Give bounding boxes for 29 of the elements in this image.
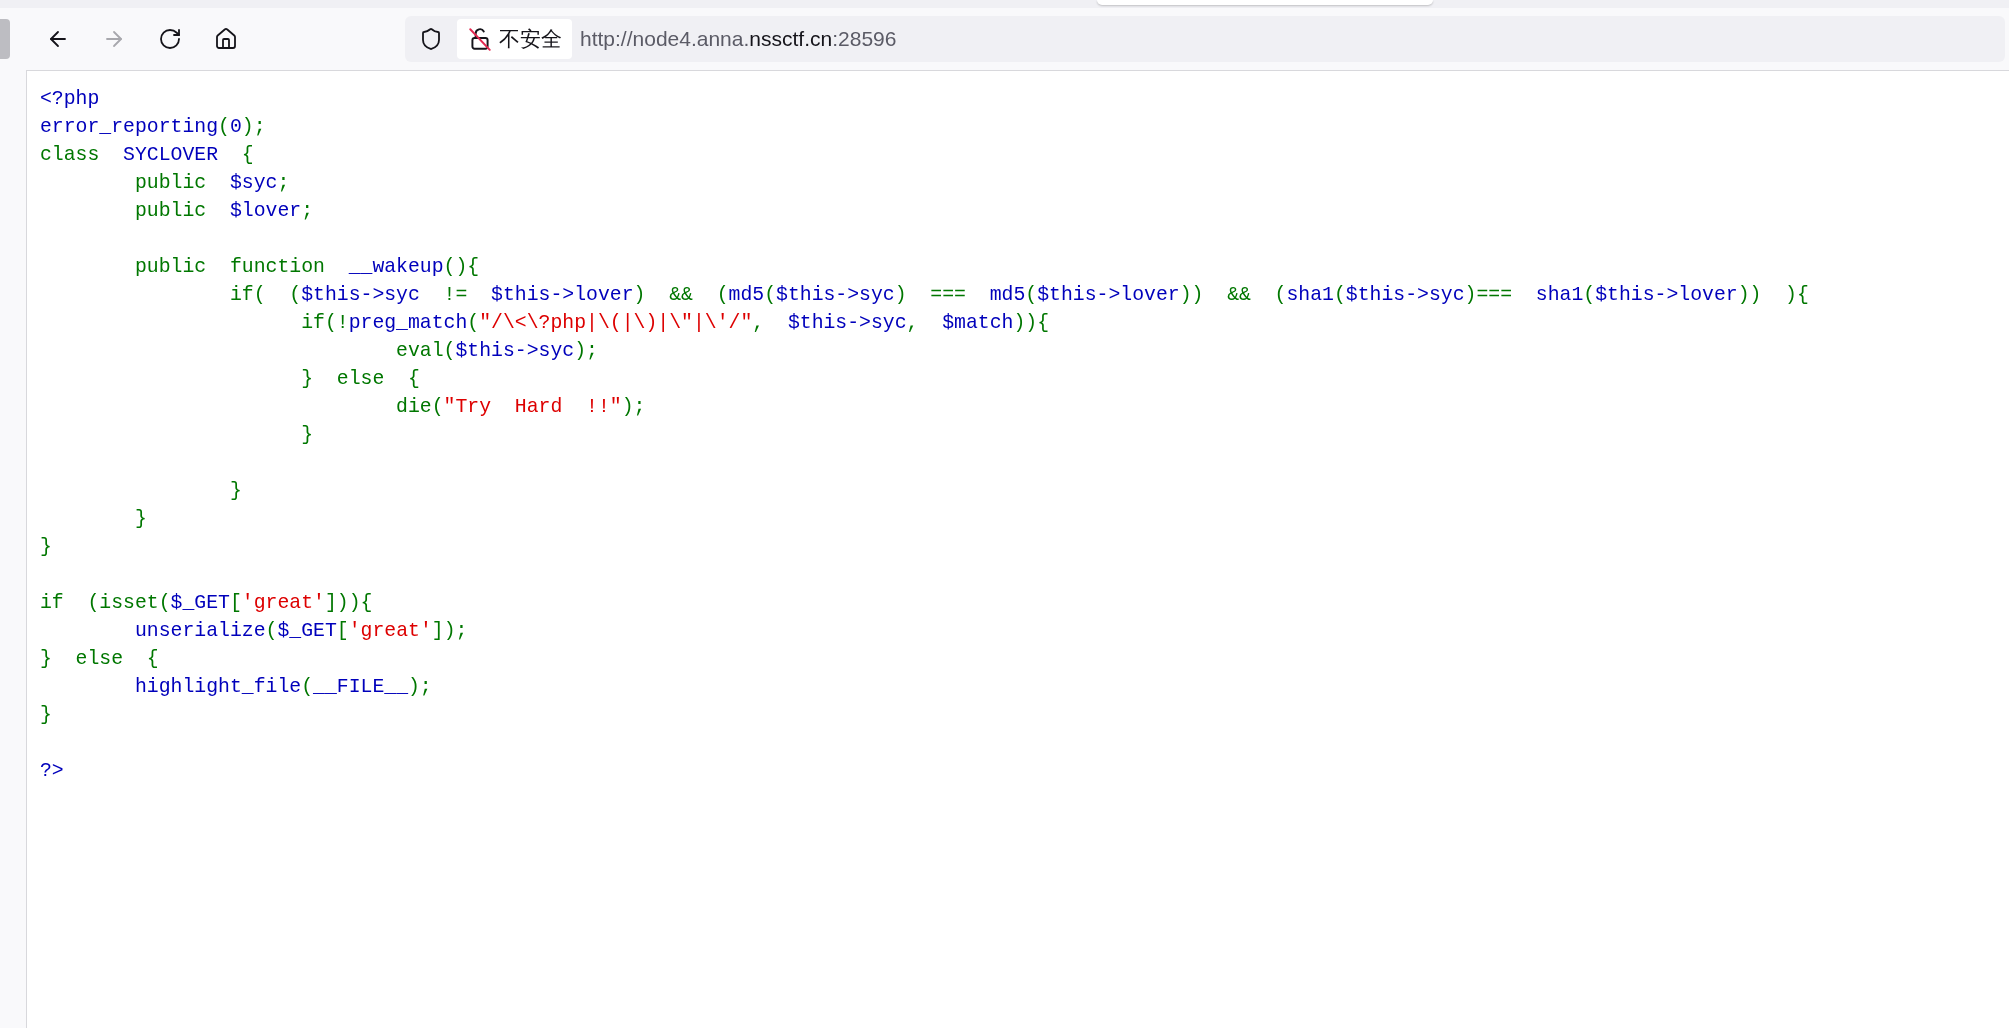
code-line: public function __wakeup(){: [133, 255, 480, 280]
code-line: unserialize($_GET['great']);: [133, 619, 468, 644]
code-line: }: [40, 535, 52, 560]
code-line: }: [228, 479, 242, 504]
code-line: public $lover;: [133, 199, 314, 224]
unlocked-padlock-icon: [467, 26, 493, 52]
code-line: public $syc;: [133, 171, 290, 196]
code-line: die("Try Hard !!");: [395, 395, 646, 420]
url-text[interactable]: http://node4.anna.nssctf.cn:28596: [580, 27, 897, 51]
reload-icon: [158, 27, 182, 51]
code-line: highlight_file(__FILE__);: [133, 675, 432, 700]
code-line: if (isset($_GET['great'])){: [40, 591, 373, 616]
sidebar-grip[interactable]: [0, 19, 10, 59]
code-line: eval($this->syc);: [395, 339, 598, 364]
code-line: error_reporting(0);: [40, 115, 266, 140]
code-line: <?php: [40, 87, 100, 112]
address-bar[interactable]: 不安全 http://node4.anna.nssctf.cn:28596: [405, 16, 2005, 62]
code-line: if( ($this->syc != $this->lover) && (md5($this->syc) === md5($this->lover)) && (sha1($this->syc)=== sha1($this->lover)) ){: [228, 283, 1809, 308]
code-line: }: [40, 703, 52, 728]
code-line: if(!preg_match("/\<\?php|\(|\)|\"|\'/", $this->syc, $match)){: [300, 311, 1050, 336]
security-indicator[interactable]: 不安全: [457, 19, 572, 59]
shield-icon: [419, 27, 443, 51]
home-icon: [214, 27, 238, 51]
code-line: ?>: [40, 759, 64, 784]
code-line: } else {: [300, 367, 420, 392]
code-line: }: [300, 423, 314, 448]
code-line: } else {: [40, 647, 159, 672]
code-line: class SYCLOVER {: [40, 143, 254, 168]
code-line: }: [133, 507, 147, 532]
